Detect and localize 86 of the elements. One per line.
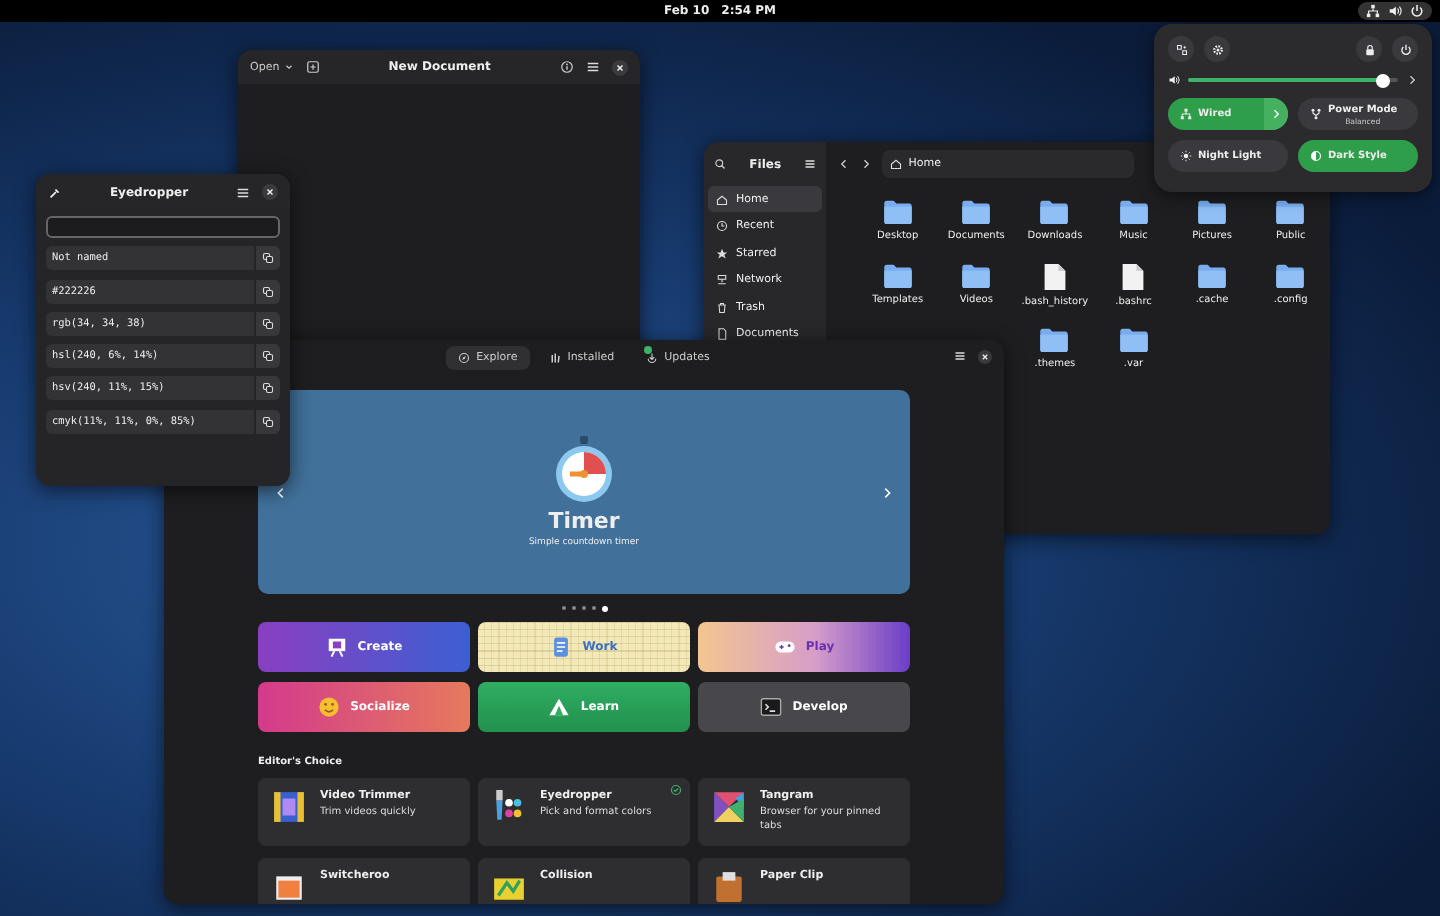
copy-button[interactable] [254, 409, 280, 434]
system-status-button[interactable] [1358, 2, 1432, 20]
copy-button[interactable] [254, 246, 280, 271]
easel-icon [325, 636, 348, 658]
terminal-icon [760, 696, 783, 718]
volume-icon [1388, 4, 1402, 18]
copy-icon [262, 252, 274, 265]
search-icon[interactable] [714, 158, 726, 170]
settings-icon [1211, 43, 1223, 55]
menu-icon[interactable] [586, 60, 600, 74]
folder-icon [1040, 200, 1069, 224]
file-icon [1122, 264, 1145, 290]
close-icon[interactable] [262, 184, 278, 200]
tangram-icon [712, 790, 746, 824]
copy-button[interactable] [254, 279, 280, 304]
file-icon [1043, 264, 1066, 290]
folder-icon [1276, 264, 1305, 288]
pipette-palette-icon [492, 790, 526, 824]
folder-icon [1040, 328, 1069, 352]
caret-icon [283, 62, 294, 72]
check-icon [670, 784, 682, 796]
new-tab-icon[interactable] [305, 60, 320, 74]
volume-icon [1168, 74, 1180, 86]
network-icon [1366, 4, 1380, 18]
film-strip-icon [272, 790, 306, 824]
color-input-field[interactable] [46, 216, 280, 238]
folder-icon [1276, 200, 1305, 224]
app-title: Timer [548, 508, 620, 534]
copy-button[interactable] [254, 344, 280, 369]
smiley-icon [318, 696, 341, 718]
folder-icon [1198, 200, 1227, 224]
tent-icon [548, 696, 571, 718]
bars-icon [549, 352, 562, 364]
copy-icon [262, 415, 274, 428]
trash-icon [716, 301, 728, 313]
home-icon [716, 193, 728, 205]
power-icon [1410, 4, 1424, 18]
clipboard-icon [712, 870, 746, 904]
pipette-icon[interactable] [48, 185, 62, 199]
menu-icon[interactable] [804, 158, 817, 170]
folder-icon [1119, 200, 1148, 224]
power-button[interactable] [1392, 36, 1418, 62]
folder-icon [962, 264, 991, 288]
photos-icon [272, 870, 306, 904]
document-icon [550, 636, 573, 658]
gamepad-icon [773, 636, 796, 658]
copy-icon [262, 382, 274, 395]
folder-icon [1119, 328, 1148, 352]
close-icon[interactable] [612, 59, 628, 75]
lock-icon [1363, 43, 1375, 55]
network-icon [1180, 108, 1192, 120]
folder-icon [883, 200, 912, 224]
stopwatch-icon [554, 436, 614, 504]
compass-icon [458, 352, 471, 364]
page-dot[interactable] [601, 605, 607, 611]
contrast-icon [1310, 150, 1322, 162]
previous-icon[interactable] [274, 485, 288, 499]
close-icon[interactable] [978, 350, 992, 364]
download-icon [646, 352, 659, 364]
screenshot-button[interactable] [1168, 36, 1194, 62]
copy-icon [262, 285, 274, 298]
home-icon [890, 158, 903, 170]
chevron-right-icon[interactable] [1406, 74, 1418, 86]
copy-button[interactable] [254, 311, 280, 336]
fork-icon [1310, 108, 1322, 120]
screenshot-icon [1175, 43, 1187, 55]
sun-icon [1180, 150, 1192, 162]
clock-icon [716, 220, 728, 232]
folder-icon [962, 200, 991, 224]
power-icon [1399, 43, 1411, 55]
folder-icon [1198, 264, 1227, 288]
settings-button[interactable] [1204, 36, 1230, 62]
back-icon[interactable] [838, 158, 851, 170]
copy-button[interactable] [254, 376, 280, 401]
menu-icon[interactable] [954, 350, 966, 362]
next-icon[interactable] [880, 485, 894, 499]
folder-icon [883, 264, 912, 288]
copy-icon [262, 317, 274, 330]
lock-button[interactable] [1356, 36, 1382, 62]
star-icon [716, 247, 728, 259]
forward-icon[interactable] [860, 158, 873, 170]
server-icon [716, 274, 728, 286]
menu-icon[interactable] [236, 185, 250, 199]
copy-icon [262, 350, 274, 363]
document-icon [716, 328, 728, 340]
info-icon[interactable] [560, 60, 574, 74]
